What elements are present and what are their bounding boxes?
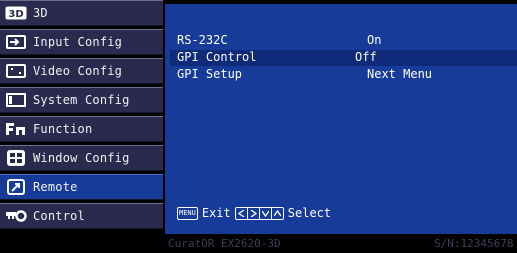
sidebar-item-label: Input Config bbox=[33, 35, 123, 49]
arrow-left-icon bbox=[236, 207, 248, 219]
sidebar-item-window-config[interactable]: Window Config bbox=[0, 145, 163, 171]
system-icon bbox=[5, 91, 27, 109]
sidebar-item-input-config[interactable]: Input Config bbox=[0, 29, 163, 55]
sidebar-item-remote[interactable]: Remote bbox=[0, 174, 163, 200]
setting-row-gpi-control[interactable]: GPI Control Off bbox=[170, 50, 517, 66]
sidebar-item-label: Remote bbox=[33, 180, 78, 194]
settings-panel: RS-232C On GPI Control Off GPI Setup Nex… bbox=[165, 4, 517, 234]
arrow-down-icon bbox=[260, 207, 272, 219]
sidebar-item-label: Window Config bbox=[33, 151, 130, 165]
sidebar-item-function[interactable]: Function bbox=[0, 116, 163, 142]
select-hint: Select bbox=[287, 206, 332, 220]
setting-key: GPI Control bbox=[177, 50, 257, 64]
sidebar-item-control[interactable]: Control bbox=[0, 203, 163, 229]
sidebar-item-video-config[interactable]: Video Config bbox=[0, 58, 163, 84]
sidebar: 3D 3D Input Config Video Config System C… bbox=[0, 0, 163, 234]
3d-icon: 3D bbox=[5, 4, 27, 22]
model-name: CuratOR EX2620-3D bbox=[168, 237, 281, 250]
control-icon bbox=[5, 207, 27, 225]
sidebar-item-label: 3D bbox=[33, 6, 48, 20]
sidebar-item-label: System Config bbox=[33, 93, 130, 107]
serial-number: S/N:12345678 bbox=[434, 237, 514, 250]
sidebar-item-3d[interactable]: 3D 3D bbox=[0, 0, 163, 26]
exit-hint: Exit bbox=[201, 206, 231, 220]
navigation-keys-icon bbox=[234, 206, 284, 220]
sidebar-item-label: Video Config bbox=[33, 64, 123, 78]
key-hint-bar: MENU Exit Select bbox=[177, 206, 331, 220]
menu-key-icon: MENU bbox=[177, 206, 198, 220]
sidebar-item-label: Control bbox=[33, 209, 85, 223]
sidebar-item-system-config[interactable]: System Config bbox=[0, 87, 163, 113]
sidebar-item-label: Function bbox=[33, 122, 93, 136]
arrow-up-icon bbox=[272, 208, 283, 219]
setting-value: Next Menu bbox=[367, 67, 433, 81]
setting-value: Off bbox=[355, 50, 377, 64]
setting-key: RS-232C bbox=[177, 33, 228, 47]
remote-icon bbox=[5, 178, 27, 196]
setting-key: GPI Setup bbox=[177, 67, 243, 81]
video-icon bbox=[5, 62, 27, 80]
arrow-right-icon bbox=[248, 207, 260, 219]
window-icon bbox=[5, 149, 27, 167]
svg-text:3D: 3D bbox=[8, 9, 23, 20]
setting-value: On bbox=[367, 33, 382, 47]
input-icon bbox=[5, 33, 27, 51]
function-icon bbox=[5, 120, 27, 138]
status-footer: CuratOR EX2620-3D S/N:12345678 bbox=[0, 234, 517, 253]
